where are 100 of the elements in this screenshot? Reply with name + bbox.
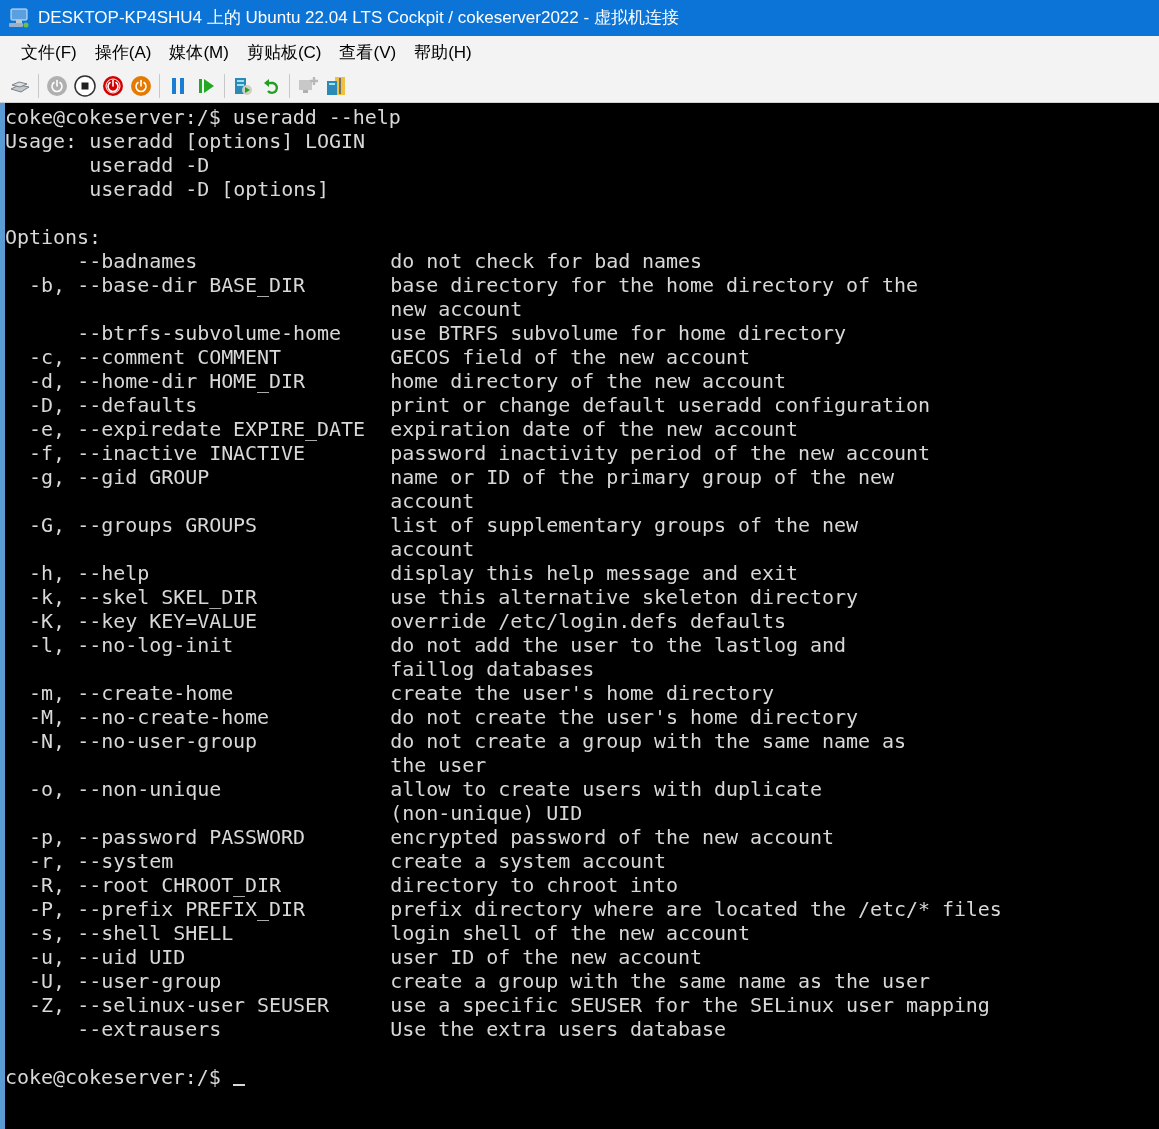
option-description: expiration date of the new account	[390, 417, 798, 441]
short-option-text: -r,	[29, 849, 66, 873]
option-description: the user	[390, 753, 487, 777]
short-option-text: -m,	[29, 681, 66, 705]
terminal-text: useradd -D	[89, 153, 210, 177]
option-description: use BTRFS subvolume for home directory	[390, 321, 846, 345]
power-icon[interactable]	[102, 75, 124, 97]
long-option-text: --no-user-group	[77, 729, 258, 753]
short-option-text: -p,	[29, 825, 66, 849]
long-option-text: --expiredate EXPIRE_DATE	[77, 417, 366, 441]
short-option-text: -P,	[29, 897, 66, 921]
menu-item[interactable]: 帮助(H)	[405, 40, 481, 66]
option-description: login shell of the new account	[390, 921, 751, 945]
option-description: do not create a group with the same name as	[390, 729, 906, 753]
long-option-text: --gid GROUP	[77, 465, 210, 489]
option-description: account	[390, 489, 475, 513]
long-option-text: --shell SHELL	[77, 921, 234, 945]
short-option-text: -k,	[29, 585, 66, 609]
long-option-text: --system	[77, 849, 174, 873]
shell-prompt: coke@cokeserver:/$	[5, 1065, 221, 1089]
option-description: create a group with the same name as the user	[390, 969, 930, 993]
short-option-text: -U,	[29, 969, 66, 993]
menu-item[interactable]: 媒体(M)	[160, 40, 238, 66]
computer-icon	[8, 8, 30, 28]
option-description: home directory of the new account	[390, 369, 786, 393]
short-option-text: -s,	[29, 921, 66, 945]
short-option-text: -g,	[29, 465, 66, 489]
option-description: create a system account	[390, 849, 667, 873]
long-option-text: --prefix PREFIX_DIR	[77, 897, 306, 921]
long-option-text: --inactive INACTIVE	[77, 441, 306, 465]
option-description: user ID of the new account	[390, 945, 703, 969]
long-option-text: --uid UID	[77, 945, 186, 969]
option-description: Use the extra users database	[390, 1017, 727, 1041]
short-option-text: -f,	[29, 441, 66, 465]
long-option-text: --groups GROUPS	[77, 513, 258, 537]
option-description: use a specific SEUSER for the SELinux user mapping	[390, 993, 990, 1017]
long-option-text: --defaults	[77, 393, 198, 417]
short-option-text: -Z,	[29, 993, 66, 1017]
long-option-text: --home-dir HOME_DIR	[77, 369, 306, 393]
menu-item[interactable]: 文件(F)	[12, 40, 86, 66]
long-option-text: --create-home	[77, 681, 234, 705]
option-description: (non-unique) UID	[390, 801, 583, 825]
option-description: directory to chroot into	[390, 873, 679, 897]
menu-item[interactable]: 查看(V)	[330, 40, 406, 66]
short-option-text: -o,	[29, 777, 66, 801]
menu-item[interactable]: 剪贴板(C)	[237, 40, 331, 66]
option-description: display this help message and exit	[390, 561, 798, 585]
option-description: do not check for bad names	[390, 249, 703, 273]
server-snapshot-icon[interactable]	[232, 75, 254, 97]
long-option-text: --btrfs-subvolume-home	[77, 321, 342, 345]
option-description: override /etc/login.defs defaults	[390, 609, 786, 633]
short-option-text: -u,	[29, 945, 66, 969]
long-option-text: --user-group	[77, 969, 222, 993]
option-description: print or change default useradd configuration	[390, 393, 930, 417]
option-description: prefix directory where are located the /etc/* files	[390, 897, 1002, 921]
option-description: name or ID of the primary group of the new	[390, 465, 894, 489]
long-option-text: --comment COMMENT	[77, 345, 282, 369]
stop-icon[interactable]	[74, 75, 96, 97]
power-icon[interactable]	[130, 75, 152, 97]
short-option-text: -c,	[29, 345, 66, 369]
option-description: encrypted password of the new account	[390, 825, 834, 849]
terminal-text: Options:	[5, 225, 101, 249]
option-description: GECOS field of the new account	[390, 345, 751, 369]
short-option-text: -R,	[29, 873, 66, 897]
short-option-text: -N,	[29, 729, 66, 753]
option-description: faillog databases	[390, 657, 595, 681]
terminal-text: useradd [options] LOGIN	[89, 129, 366, 153]
long-option-text: --selinux-user SEUSER	[77, 993, 330, 1017]
option-description: list of supplementary groups of the new	[390, 513, 858, 537]
short-option-text: -d,	[29, 369, 66, 393]
server-zip-icon[interactable]	[325, 75, 347, 97]
long-option-text: --base-dir BASE_DIR	[77, 273, 306, 297]
menu-item[interactable]: 操作(A)	[85, 40, 161, 66]
option-description: password inactivity period of the new account	[390, 441, 930, 465]
short-option-text: -l,	[29, 633, 66, 657]
option-description: account	[390, 537, 475, 561]
long-option-text: --non-unique	[77, 777, 222, 801]
option-description: create the user's home directory	[390, 681, 774, 705]
short-option-text: -G,	[29, 513, 66, 537]
terminal-text: Usage:	[5, 129, 77, 153]
long-option-text: --help	[77, 561, 150, 585]
window-title: DESKTOP-KP4SHU4 上的 Ubuntu 22.04 LTS Cockpit / cokeserver2022 - 虚拟机连接	[38, 7, 679, 30]
long-option-text: --key KEY=VALUE	[77, 609, 258, 633]
short-option-text: -b,	[29, 273, 66, 297]
long-option-text: --no-log-init	[77, 633, 234, 657]
terminal-text: useradd -D [options]	[89, 177, 330, 201]
option-description: allow to create users with duplicate	[390, 777, 822, 801]
option-description: new account	[390, 297, 523, 321]
short-option-text: -K,	[29, 609, 66, 633]
short-option-text: -e,	[29, 417, 66, 441]
option-description: do not create the user's home directory	[390, 705, 858, 729]
option-description: do not add the user to the lastlog and	[390, 633, 846, 657]
long-option-text: --extrausers	[77, 1017, 222, 1041]
long-option-text: --skel SKEL_DIR	[77, 585, 258, 609]
long-option-text: --no-create-home	[77, 705, 270, 729]
option-description: base directory for the home directory of the	[390, 273, 918, 297]
long-option-text: --badnames	[77, 249, 198, 273]
terminal-text: coke@cokeserver:/$ useradd --help	[5, 105, 401, 129]
short-option-text: -D,	[29, 393, 66, 417]
short-option-text: -h,	[29, 561, 66, 585]
